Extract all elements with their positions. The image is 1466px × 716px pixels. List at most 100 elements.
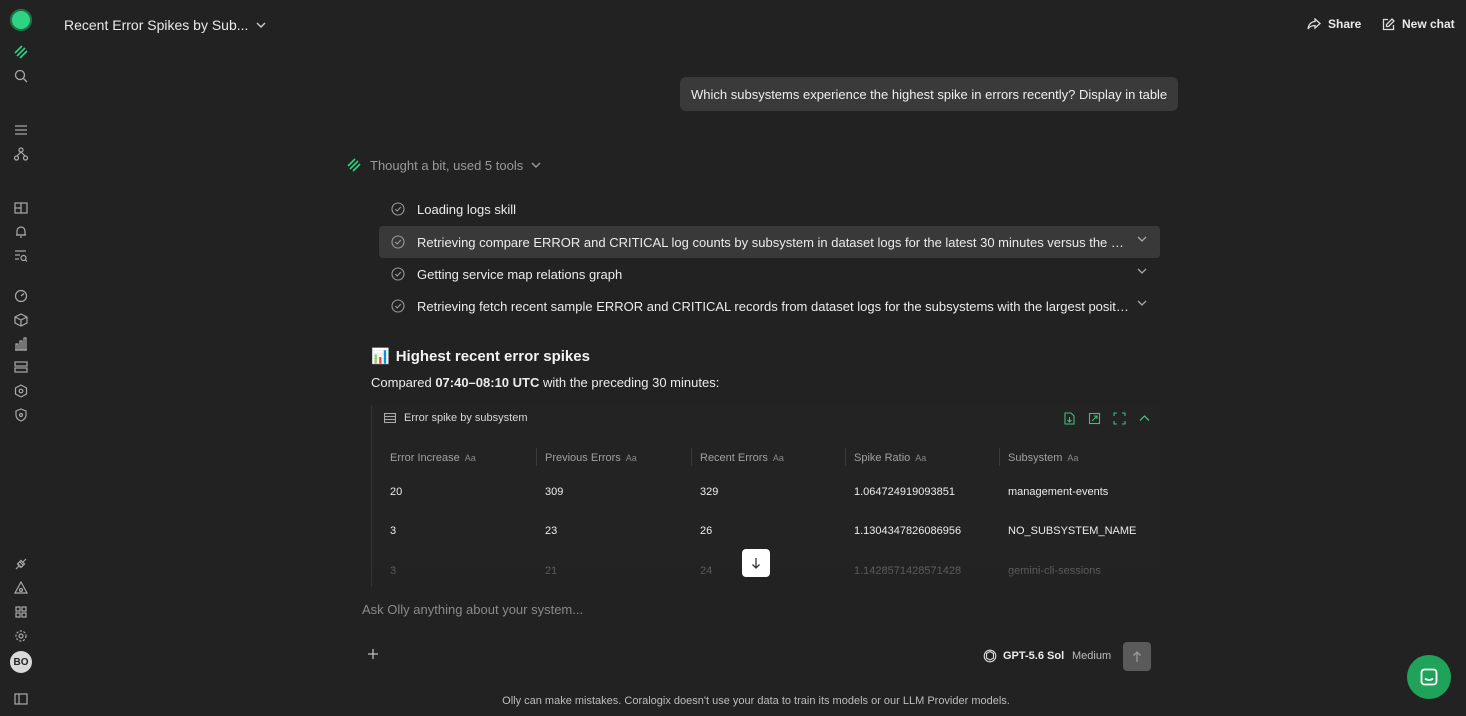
check-circle-icon — [391, 267, 405, 281]
table-card-header: Error spike by subsystem — [384, 412, 527, 424]
check-circle-icon — [391, 202, 405, 216]
column-header-spike-ratio[interactable]: Spike Ratio Aa — [854, 452, 926, 464]
gauge-icon[interactable] — [11, 286, 31, 306]
table-actions — [1063, 412, 1151, 425]
olly-icon[interactable] — [11, 42, 31, 62]
tool-item[interactable]: Getting service map relations graph — [379, 258, 1160, 290]
attach-button[interactable] — [367, 648, 379, 660]
integration-icon[interactable] — [11, 554, 31, 574]
extension-icon[interactable] — [11, 381, 31, 401]
topology-icon[interactable] — [11, 144, 31, 164]
disclaimer: Olly can make mistakes. Coralogix doesn'… — [502, 695, 1010, 707]
shield-icon[interactable] — [11, 405, 31, 425]
cell-error-increase: 3 — [390, 565, 397, 577]
column-header-previous-errors[interactable]: Previous Errors Aa — [545, 452, 637, 464]
chevron-down-icon[interactable] — [1137, 236, 1147, 242]
cell-spike-ratio: 1.064724919093851 — [854, 486, 955, 498]
olly-icon — [347, 158, 361, 172]
tool-label: Getting service map relations graph — [417, 266, 623, 282]
cell-error-increase: 3 — [390, 525, 397, 537]
app-logo[interactable] — [10, 9, 32, 31]
table-title: Error spike by subsystem — [404, 412, 528, 424]
model-name: GPT-5.6 Sol — [1003, 650, 1065, 662]
cell-recent-errors: 329 — [700, 486, 719, 498]
chevron-up-icon[interactable] — [1138, 412, 1151, 425]
arrow-up-icon — [1133, 650, 1141, 662]
column-divider[interactable] — [999, 448, 1000, 466]
bell-icon[interactable] — [11, 222, 31, 242]
new-chat-button[interactable]: New chat — [1382, 17, 1455, 31]
intro-suffix: with the preceding 30 minutes: — [539, 375, 720, 390]
chat-bubble-icon — [1420, 668, 1438, 686]
cell-subsystem: management-events — [1008, 486, 1109, 498]
cell-spike-ratio: 1.1304347826086956 — [854, 525, 962, 537]
tool-item[interactable]: Retrieving fetch recent sample ERROR and… — [379, 290, 1160, 322]
send-button[interactable] — [1123, 642, 1151, 671]
chat-input[interactable] — [360, 598, 1150, 620]
cell-previous-errors: 309 — [545, 486, 564, 498]
log-search-icon[interactable] — [11, 246, 31, 266]
storage-icon[interactable] — [11, 357, 31, 377]
chat-title[interactable]: Recent Error Spikes by Sub... — [64, 17, 266, 33]
user-message: Which subsystems experience the highest … — [680, 77, 1179, 111]
chevron-down-icon — [531, 162, 541, 168]
check-circle-icon — [391, 235, 405, 249]
chevron-down-icon[interactable] — [1137, 300, 1147, 306]
cell-previous-errors: 23 — [545, 525, 558, 537]
search-icon[interactable] — [11, 66, 31, 86]
column-header-error-increase[interactable]: Error Increase Aa — [390, 452, 476, 464]
new-chat-label: New chat — [1402, 17, 1455, 31]
answer-heading: 📊 Highest recent error spikes — [371, 347, 590, 366]
bar-chart-icon[interactable] — [11, 334, 31, 354]
type-badge: Aa — [625, 453, 637, 463]
tool-item[interactable]: Retrieving compare ERROR and CRITICAL lo… — [379, 226, 1160, 258]
tool-label: Retrieving fetch recent sample ERROR and… — [417, 298, 1129, 314]
share-button[interactable]: Share — [1307, 17, 1361, 31]
alerts-icon[interactable] — [11, 578, 31, 598]
answer-heading-text: Highest recent error spikes — [395, 347, 590, 365]
table-icon — [384, 413, 396, 423]
open-external-icon[interactable] — [1088, 412, 1101, 425]
scroll-to-bottom-button[interactable] — [742, 549, 770, 577]
chevron-down-icon — [256, 22, 266, 28]
type-badge: Aa — [915, 453, 927, 463]
column-divider[interactable] — [845, 448, 846, 466]
cell-error-increase: 20 — [390, 486, 403, 498]
avatar[interactable]: BO — [10, 651, 32, 673]
column-divider[interactable] — [691, 448, 692, 466]
edit-icon — [1382, 17, 1395, 30]
share-label: Share — [1328, 17, 1362, 31]
thought-summary-text: Thought a bit, used 5 tools — [370, 157, 524, 173]
list-icon[interactable] — [11, 120, 31, 140]
openai-icon — [983, 649, 997, 663]
cell-previous-errors: 21 — [545, 565, 558, 577]
left-rail: BO — [0, 0, 42, 716]
model-selector[interactable]: GPT-5.6 Sol — [983, 649, 1064, 663]
dashboard-icon[interactable] — [11, 198, 31, 218]
cell-subsystem: NO_SUBSYSTEM_NAME — [1008, 525, 1137, 537]
cell-recent-errors: 26 — [700, 525, 713, 537]
support-chat-button[interactable] — [1407, 655, 1451, 699]
chevron-down-icon[interactable] — [1137, 268, 1147, 274]
cube-icon[interactable] — [11, 310, 31, 330]
tool-label: Loading logs skill — [417, 201, 517, 217]
gear-icon[interactable] — [11, 626, 31, 646]
fullscreen-icon[interactable] — [1113, 412, 1126, 425]
tool-label: Retrieving compare ERROR and CRITICAL lo… — [417, 234, 1129, 250]
cell-recent-errors: 24 — [700, 565, 713, 577]
thought-summary[interactable]: Thought a bit, used 5 tools — [346, 157, 541, 173]
check-circle-icon — [391, 299, 405, 313]
effort-selector[interactable]: Medium — [1072, 650, 1111, 662]
column-divider[interactable] — [536, 448, 537, 466]
intro-prefix: Compared — [371, 375, 436, 390]
share-icon — [1307, 18, 1321, 30]
tool-item[interactable]: Loading logs skill — [379, 193, 1160, 225]
cell-spike-ratio: 1.1428571428571428 — [854, 565, 962, 577]
download-csv-icon[interactable] — [1063, 412, 1076, 425]
apps-grid-icon[interactable] — [11, 602, 31, 622]
column-header-recent-errors[interactable]: Recent Errors Aa — [700, 452, 784, 464]
arrow-down-icon — [752, 558, 760, 569]
chat-title-text: Recent Error Spikes by Sub... — [64, 17, 249, 33]
column-header-subsystem[interactable]: Subsystem Aa — [1008, 452, 1078, 464]
type-badge: Aa — [1067, 453, 1079, 463]
